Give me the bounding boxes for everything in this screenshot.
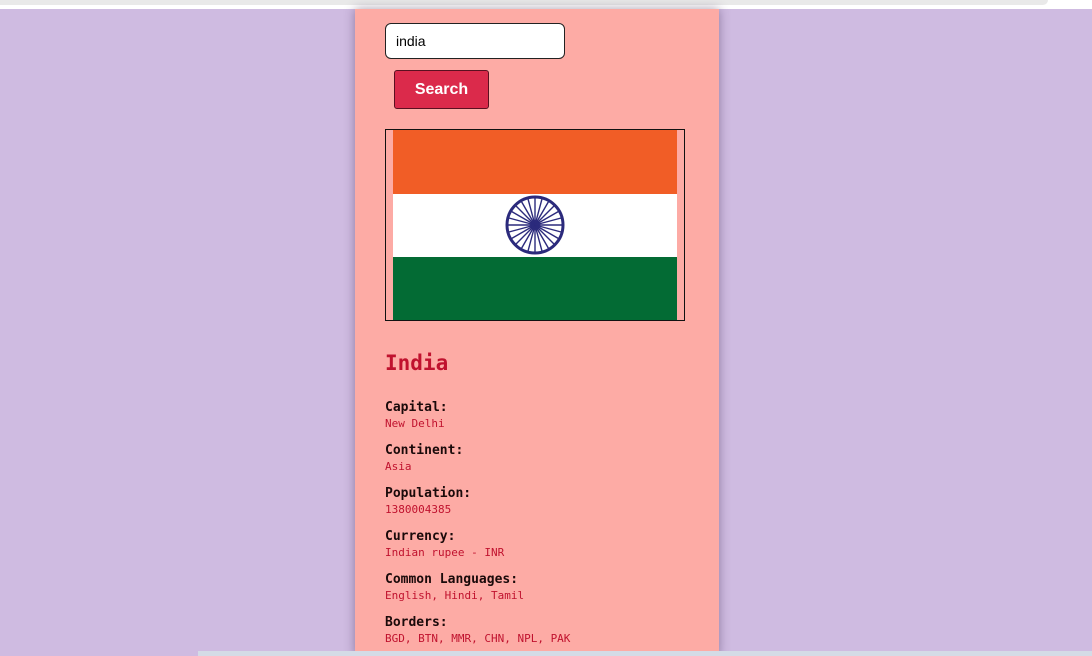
country-details: Capital: New Delhi Continent: Asia Popul…	[385, 400, 705, 656]
detail-label: Currency:	[385, 529, 456, 544]
detail-label: Capital:	[385, 400, 448, 415]
detail-value: New Delhi	[385, 417, 445, 430]
india-flag-icon	[393, 130, 677, 320]
country-search-input[interactable]	[385, 23, 565, 59]
flag-green-band	[393, 257, 677, 320]
search-button[interactable]: Search	[394, 70, 489, 109]
detail-population: Population: 1380004385	[385, 486, 705, 529]
detail-continent: Continent: Asia	[385, 443, 705, 486]
detail-value: Asia	[385, 460, 412, 473]
detail-borders: Borders: BGD, BTN, MMR, CHN, NPL, PAK	[385, 615, 705, 656]
detail-currency: Currency: Indian rupee - INR	[385, 529, 705, 572]
detail-label: Continent:	[385, 443, 464, 458]
country-name: India	[385, 351, 449, 375]
detail-value: 1380004385	[385, 503, 452, 516]
detail-value: Indian rupee - INR	[385, 546, 505, 559]
detail-label: Population:	[385, 486, 472, 501]
detail-value: BGD, BTN, MMR, CHN, NPL, PAK	[385, 632, 571, 645]
detail-label: Borders:	[385, 615, 448, 630]
ashoka-chakra-icon	[505, 195, 565, 255]
detail-capital: Capital: New Delhi	[385, 400, 705, 443]
flag-frame	[385, 129, 685, 321]
browser-top-strip	[0, 0, 1092, 9]
detail-value: English, Hindi, Tamil	[385, 589, 525, 602]
country-card: Search India Capital: New Delhi Continen…	[355, 9, 719, 656]
browser-scroll-track	[0, 0, 1048, 5]
browser-bottom-strip	[198, 651, 1092, 656]
detail-label: Common Languages:	[385, 572, 519, 587]
detail-languages: Common Languages: English, Hindi, Tamil	[385, 572, 705, 615]
flag-saffron-band	[393, 130, 677, 194]
